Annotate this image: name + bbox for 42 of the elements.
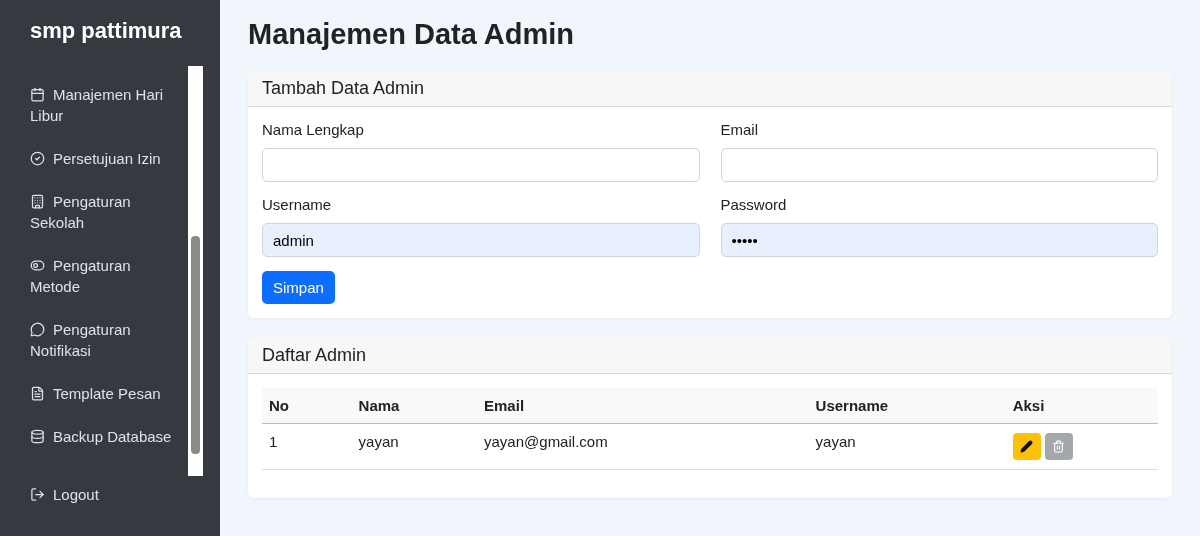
field-label: Nama Lengkap [262,121,365,138]
field-label: Email [720,121,759,138]
input-field[interactable] [262,148,700,182]
card-title: Tambah Data Admin [248,71,1172,107]
logout-link[interactable]: Logout [0,476,220,513]
brand-title: smp pattimura [29,17,183,45]
input-field[interactable]: ••••• [720,223,1158,257]
trash-icon [1052,440,1066,453]
page-title: Manajemen Data Admin [248,18,576,51]
input-field[interactable] [720,148,1158,182]
table-cell: yayan [351,423,478,470]
chat-icon [30,322,45,337]
column-header: Nama [351,388,478,424]
sidebar-item[interactable]: Pengaturan Sekolah [30,191,178,233]
sidebar-item[interactable]: Pengaturan Notifikasi [30,319,178,361]
edit-button[interactable] [1012,433,1041,460]
database-icon [30,429,45,444]
input-field[interactable]: admin [262,223,700,257]
field-label: Password [720,196,788,213]
table-cell: yayan@gmail.com [477,423,809,470]
sidebar-item[interactable]: Pengaturan Metode [30,255,178,297]
calendar-icon [30,87,45,102]
check-icon [30,151,45,166]
scrollbar[interactable] [188,66,203,476]
table-cell: 1 [262,423,352,470]
sidebar-item[interactable]: Template Pesan [30,383,178,404]
field-label: Username [262,196,333,213]
column-header: Email [477,388,809,424]
logout-icon [30,487,45,502]
sidebar-item[interactable]: Backup Database [30,426,178,447]
column-header: No [262,388,352,424]
sidebar-item[interactable]: Manajemen Hari Libur [30,84,178,126]
save-button[interactable]: Simpan [262,271,335,304]
column-header: Username [808,388,1006,424]
card-title: Daftar Admin [248,338,1172,374]
column-header: Aksi [1005,388,1158,424]
document-icon [30,386,45,401]
sidebar-item[interactable]: Persetujuan Izin [30,148,178,169]
table-cell: yayan [808,423,1006,470]
pencil-icon [1020,440,1034,453]
toggle-icon [30,258,45,273]
building-icon [30,194,45,209]
